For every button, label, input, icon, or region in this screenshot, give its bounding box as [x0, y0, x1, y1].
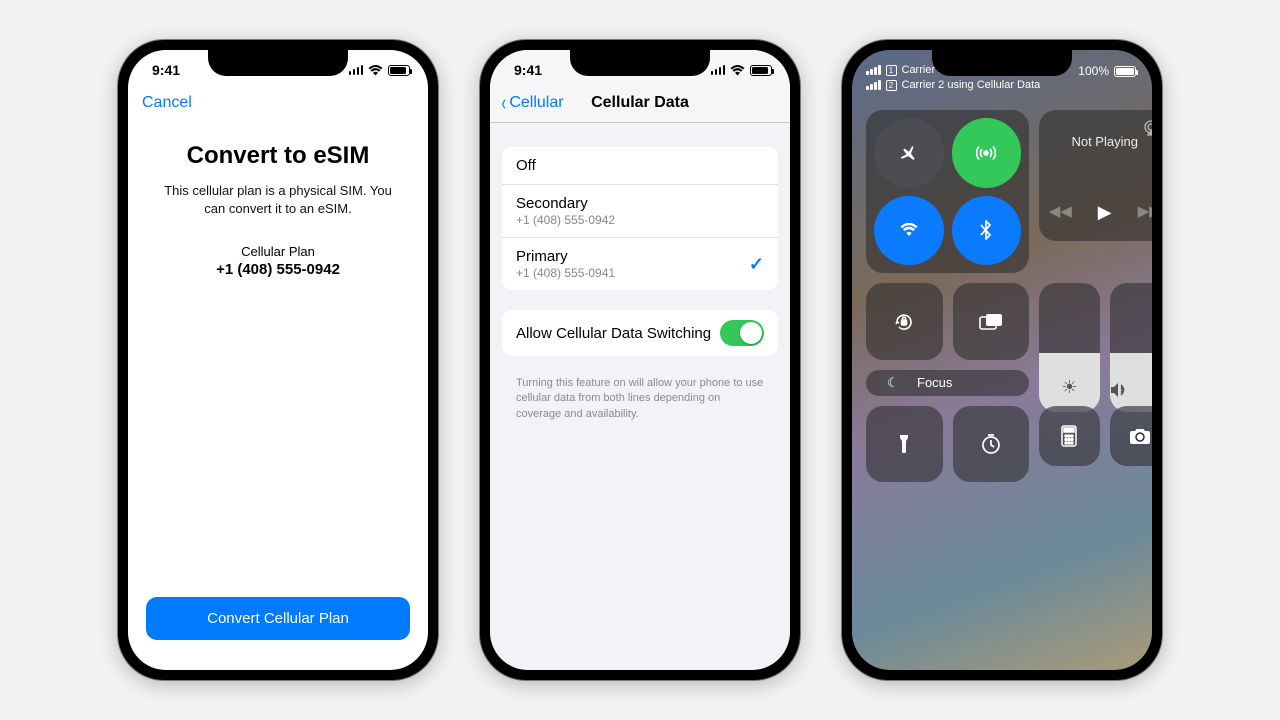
switching-toggle[interactable] — [720, 320, 764, 346]
checkmark-icon: ✓ — [749, 254, 764, 275]
convert-button[interactable]: Convert Cellular Plan — [146, 597, 410, 640]
sim-1-icon: 1 — [886, 65, 897, 76]
not-playing-label: Not Playing — [1051, 134, 1152, 149]
chevron-left-icon: ‹ — [501, 94, 505, 112]
moon-icon: ☾ — [880, 370, 906, 396]
prev-track-icon[interactable]: ◀◀ — [1049, 202, 1072, 223]
plan-number: +1 (408) 555-0942 — [152, 261, 404, 278]
camera-button[interactable] — [1110, 406, 1152, 467]
data-options-group: Off Secondary +1 (408) 555-0942 Primary … — [502, 147, 778, 290]
page-title: Convert to eSIM — [152, 142, 404, 170]
brightness-icon: ☀ — [1039, 377, 1100, 398]
cancel-button[interactable]: Cancel — [142, 94, 192, 112]
wifi-icon — [730, 65, 745, 76]
switching-group: Allow Cellular Data Switching — [502, 310, 778, 356]
brightness-slider[interactable]: ☀ — [1039, 283, 1100, 412]
connectivity-panel — [866, 110, 1029, 273]
status-time: 9:41 — [514, 62, 542, 78]
battery-icon — [750, 65, 772, 76]
battery-icon — [1114, 66, 1136, 77]
page-subtitle: This cellular plan is a physical SIM. Yo… — [152, 182, 404, 218]
phone-1: 9:41 Cancel Convert to eSIM This cellula… — [118, 40, 438, 680]
sim-2-icon: 2 — [886, 80, 897, 91]
airplane-mode-button[interactable] — [874, 118, 944, 188]
focus-label: Focus — [917, 375, 952, 390]
play-icon[interactable]: ▶ — [1098, 202, 1112, 223]
signal-icon — [711, 65, 726, 75]
volume-icon — [1110, 382, 1152, 398]
option-primary[interactable]: Primary +1 (408) 555-0941 ✓ — [502, 238, 778, 290]
plan-label: Cellular Plan — [152, 244, 404, 259]
focus-button[interactable]: ☾ Focus — [866, 370, 1029, 396]
back-button[interactable]: ‹ Cellular — [500, 94, 564, 112]
option-secondary[interactable]: Secondary +1 (408) 555-0942 — [502, 185, 778, 238]
carrier-2-label: Carrier 2 using Cellular Data — [902, 79, 1041, 91]
cellular-data-button[interactable] — [952, 118, 1022, 188]
phone-3: 100% 1 Carrier 1 5G 2 Carrier 2 using Ce… — [842, 40, 1162, 680]
status-time: 9:41 — [152, 62, 180, 78]
control-center: Not Playing ◀◀ ▶ ▶▶ ☀ ☾ Focus — [852, 100, 1152, 460]
battery-icon — [388, 65, 410, 76]
wifi-icon — [368, 65, 383, 76]
data-switching-row[interactable]: Allow Cellular Data Switching — [502, 310, 778, 356]
battery-percent: 100% — [1078, 64, 1109, 78]
screen-mirroring-button[interactable] — [953, 283, 1030, 360]
timer-button[interactable] — [953, 406, 1030, 483]
orientation-lock-button[interactable] — [866, 283, 943, 360]
back-label: Cellular — [509, 94, 563, 112]
signal-icon — [349, 65, 364, 75]
flashlight-button[interactable] — [866, 406, 943, 483]
option-off[interactable]: Off — [502, 147, 778, 185]
bluetooth-button[interactable] — [952, 196, 1022, 266]
media-panel[interactable]: Not Playing ◀◀ ▶ ▶▶ — [1039, 110, 1152, 241]
footer-text: Turning this feature on will allow your … — [502, 376, 778, 422]
signal-icon — [866, 65, 881, 75]
wifi-button[interactable] — [874, 196, 944, 266]
next-track-icon[interactable]: ▶▶ — [1138, 202, 1152, 223]
signal-icon — [866, 80, 881, 90]
phone-2: 9:41 ‹ Cellular Cellular Data Off Se — [480, 40, 800, 680]
calculator-button[interactable] — [1039, 406, 1100, 467]
volume-slider[interactable] — [1110, 283, 1152, 412]
